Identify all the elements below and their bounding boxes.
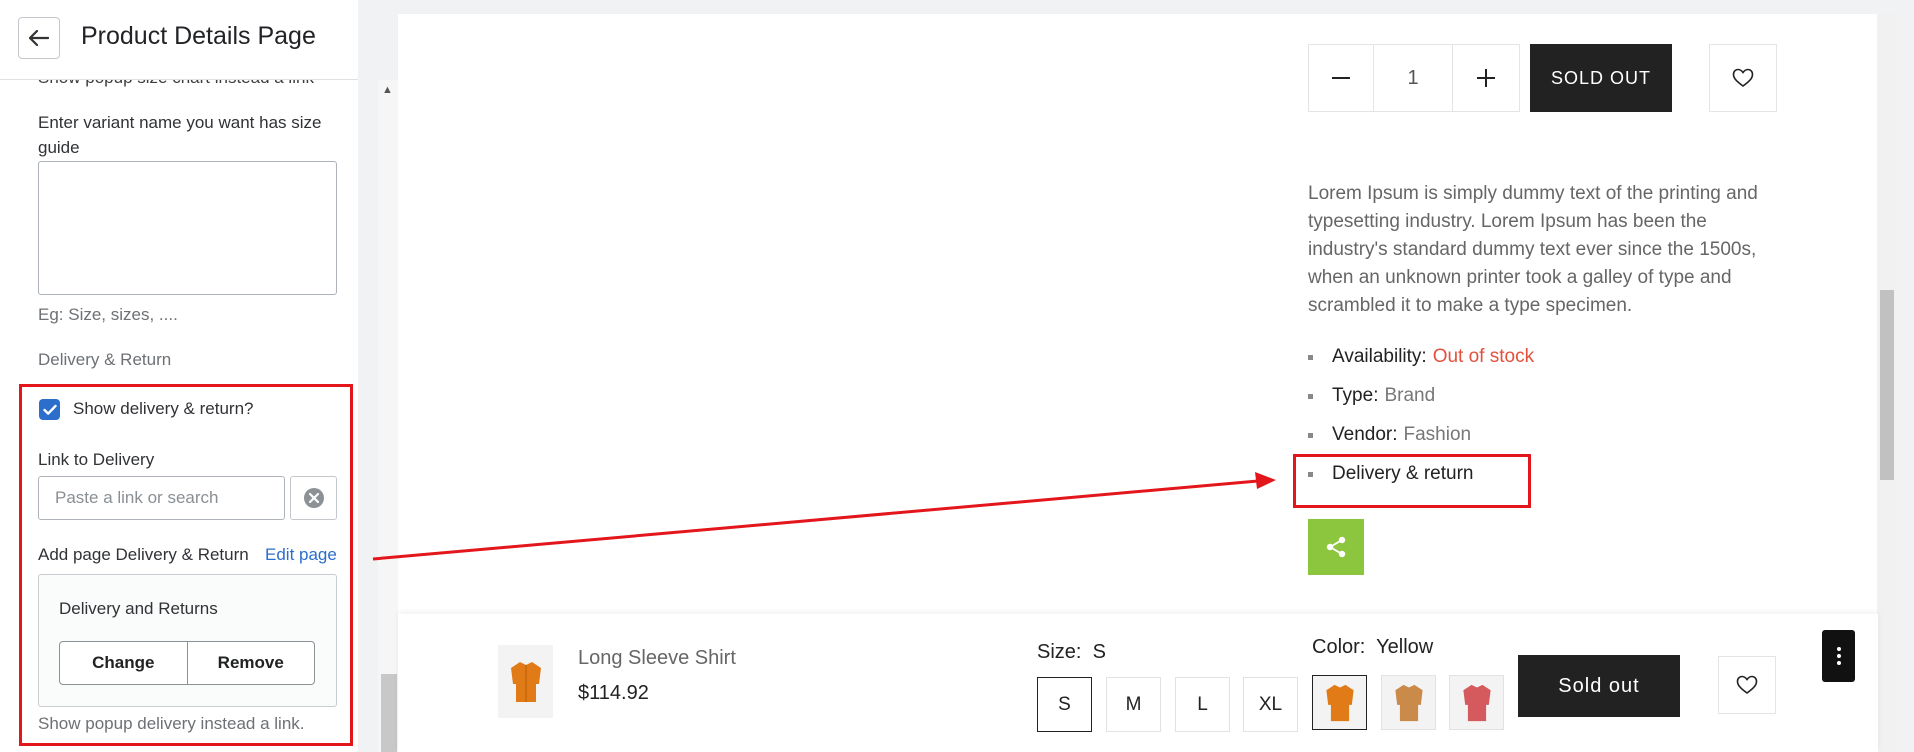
sticky-product-price: $114.92	[578, 682, 649, 704]
back-arrow-icon	[29, 30, 49, 46]
delivery-section-heading: Delivery & Return	[38, 350, 172, 369]
quantity-stepper: 1	[1308, 44, 1520, 112]
color-label: Color:	[1312, 636, 1366, 658]
plus-icon	[1476, 69, 1495, 87]
product-description: Lorem Ipsum is simply dummy text of the …	[1308, 183, 1758, 316]
color-option-label: Color: Yellow	[1312, 636, 1433, 659]
sticky-product-name: Long Sleeve Shirt	[578, 647, 736, 669]
size-option-l[interactable]: L	[1175, 677, 1230, 732]
type-value: Brand	[1384, 385, 1436, 406]
panel-scrollbar[interactable]	[378, 80, 398, 752]
sticky-sold-out-button[interactable]: Sold out	[1518, 655, 1680, 717]
variant-name-textarea[interactable]	[38, 161, 337, 295]
vendor-label: Vendor:	[1332, 424, 1398, 445]
sold-out-button[interactable]: SOLD OUT	[1530, 44, 1672, 112]
color-swatch-yellow[interactable]	[1312, 675, 1367, 730]
preview-scrollbar-thumb[interactable]	[1880, 290, 1894, 480]
shirt-icon	[510, 661, 541, 702]
page-title: Product Details Page	[81, 22, 316, 50]
vendor-value[interactable]: Fashion	[1404, 424, 1472, 446]
highlight-delivery-settings	[19, 384, 353, 746]
shirt-swatch-icon	[1325, 684, 1354, 721]
wishlist-button[interactable]	[1709, 44, 1777, 112]
popup-size-chart-label: Show popup size chart instead a link	[38, 80, 314, 88]
scroll-up-icon[interactable]: ▲	[382, 84, 393, 96]
quantity-input[interactable]: 1	[1374, 45, 1453, 111]
share-button[interactable]	[1308, 519, 1364, 575]
vendor-row: Vendor: Fashion	[1308, 424, 1471, 446]
availability-value: Out of stock	[1432, 346, 1535, 367]
product-thumbnail	[498, 645, 553, 718]
shirt-swatch-icon	[1462, 684, 1491, 721]
panel-scrollbar-thumb[interactable]	[381, 674, 397, 752]
back-button[interactable]	[18, 17, 60, 59]
size-option-m[interactable]: M	[1106, 677, 1161, 732]
availability-row: Availability: Out of stock	[1308, 346, 1534, 368]
color-swatch-red[interactable]	[1449, 675, 1504, 730]
variant-name-label: Enter variant name you want has size gui…	[38, 113, 322, 157]
size-value: S	[1092, 641, 1106, 663]
color-value: Yellow	[1376, 636, 1434, 658]
panel-header: Product Details Page	[0, 0, 358, 80]
shirt-swatch-icon	[1394, 684, 1423, 721]
highlight-delivery-link	[1293, 454, 1531, 508]
quantity-minus-button[interactable]	[1309, 45, 1375, 111]
share-icon	[1326, 536, 1346, 558]
minus-icon	[1332, 77, 1351, 79]
variant-hint: Eg: Size, sizes, ....	[38, 305, 178, 324]
availability-label: Availability:	[1332, 346, 1427, 367]
color-swatch-brown[interactable]	[1381, 675, 1436, 730]
heart-icon	[1732, 68, 1754, 87]
quantity-plus-button[interactable]	[1453, 45, 1519, 111]
size-option-xl[interactable]: XL	[1243, 677, 1298, 732]
type-label: Type:	[1332, 385, 1379, 406]
size-option-s[interactable]: S	[1037, 677, 1092, 732]
type-row: Type: Brand	[1308, 385, 1435, 407]
size-label: Size:	[1037, 641, 1082, 663]
sticky-wishlist-button[interactable]	[1718, 656, 1776, 714]
heart-icon	[1736, 675, 1758, 694]
kebab-menu-icon[interactable]	[1822, 630, 1855, 682]
size-option-label: Size: S	[1037, 641, 1106, 664]
